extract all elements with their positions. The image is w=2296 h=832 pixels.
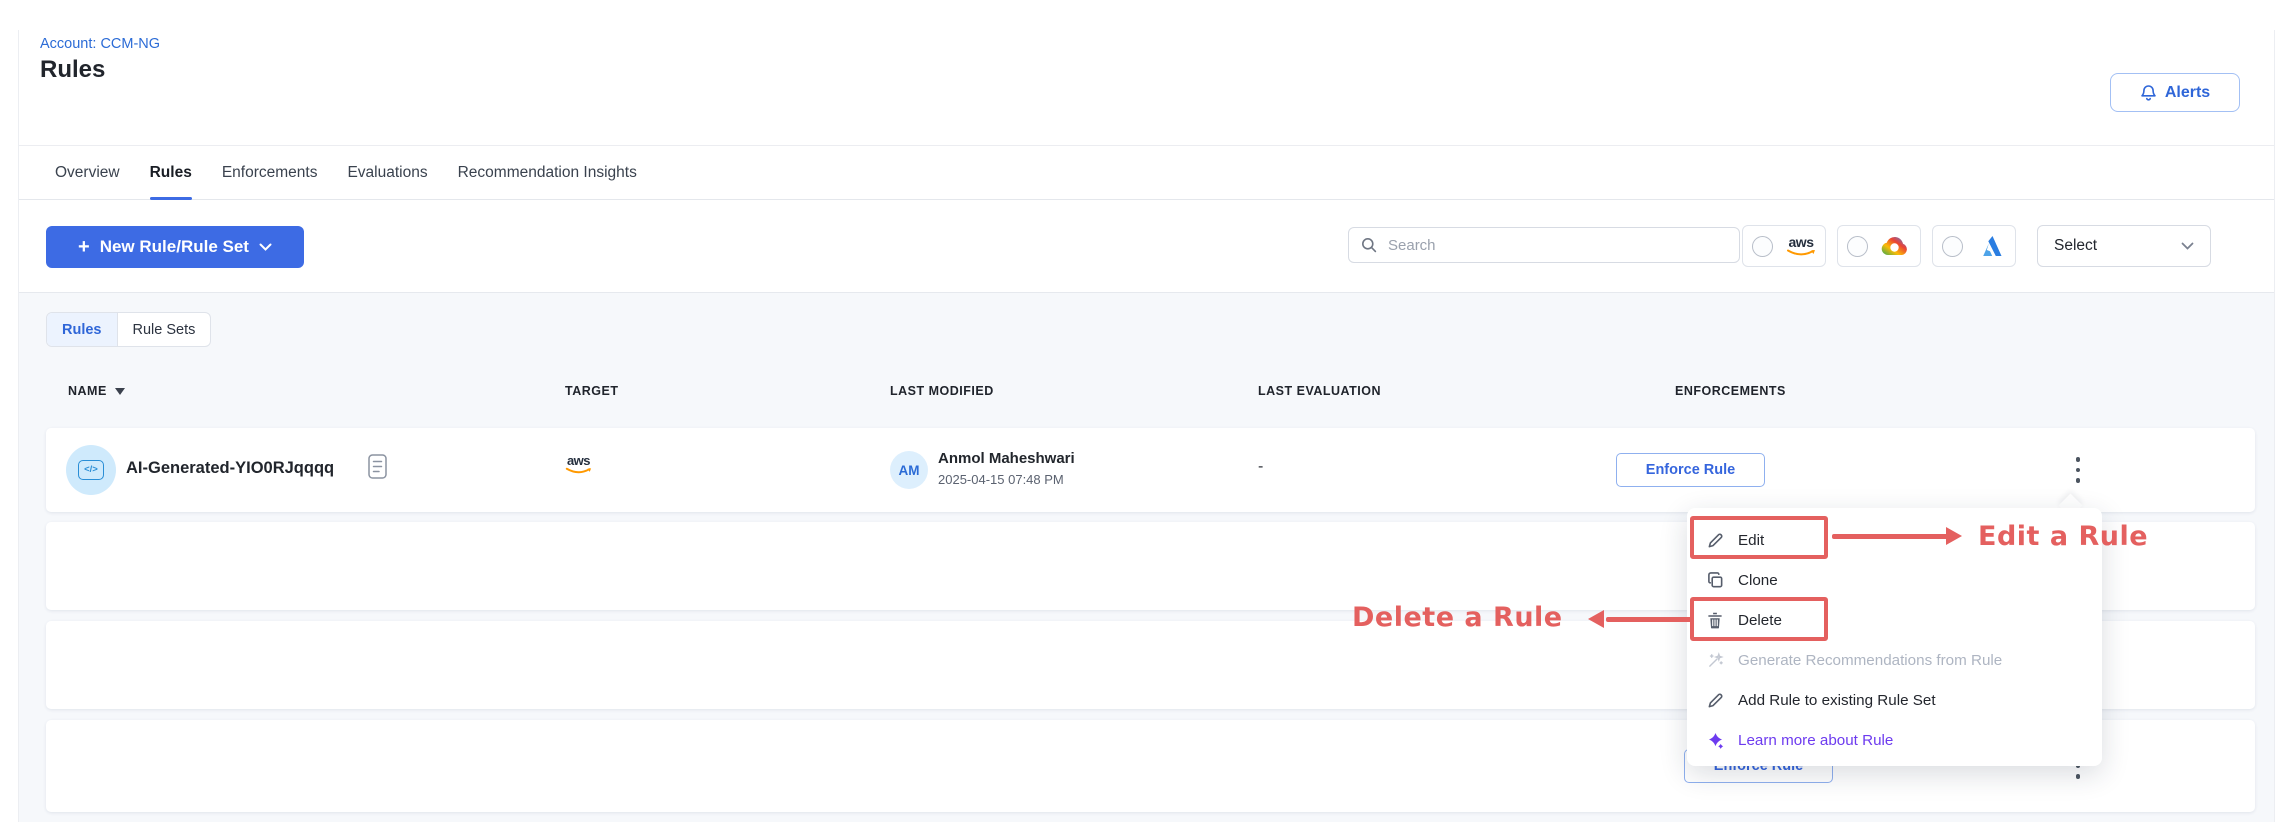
panel-right-border: [2274, 30, 2275, 822]
target-aws-logo: aws: [565, 454, 592, 475]
copy-icon: [1705, 572, 1725, 589]
view-toggle-rules[interactable]: Rules: [47, 313, 118, 346]
breadcrumb[interactable]: Account: CCM-NG: [40, 36, 160, 52]
new-rule-button[interactable]: + New Rule/Rule Set: [46, 226, 304, 268]
column-header-last-modified: LAST MODIFIED: [890, 384, 994, 398]
delete-annotation-label: Delete a Rule: [1352, 602, 1563, 633]
last-evaluation-value: -: [1258, 458, 1263, 476]
tab-enforcements-label: Enforcements: [222, 164, 318, 182]
tab-recommendation-insights-label: Recommendation Insights: [458, 164, 637, 182]
menu-item-add-to-rule-set[interactable]: Add Rule to existing Rule Set: [1687, 680, 2102, 720]
target-aws-logo-text: aws: [567, 454, 590, 467]
column-header-last-evaluation: LAST EVALUATION: [1258, 384, 1381, 398]
code-rule-icon: </>: [78, 460, 104, 480]
tab-evaluations[interactable]: Evaluations: [347, 146, 427, 199]
azure-radio[interactable]: [1942, 236, 1963, 257]
tab-recommendation-insights[interactable]: Recommendation Insights: [458, 146, 637, 199]
modified-by-name: Anmol Maheshwari: [938, 450, 1075, 467]
rules-page: Account: CCM-NG Rules Alerts Overview Ru…: [0, 0, 2296, 832]
select-label: Select: [2054, 237, 2097, 255]
table-row-rule[interactable]: </> AI-Generated-YIO0RJqqqq aws AM Anmol…: [46, 428, 2255, 512]
column-header-name-label: NAME: [68, 384, 107, 398]
delete-annotation-arrowhead: [1588, 610, 1604, 628]
azure-logo: [1980, 235, 2006, 257]
view-toggle-rules-label: Rules: [62, 322, 102, 338]
aws-logo-text: aws: [1789, 235, 1814, 249]
column-header-enforcements: ENFORCEMENTS: [1675, 384, 1786, 398]
ai-sparkle-icon: [1705, 732, 1725, 749]
tab-overview-label: Overview: [55, 164, 120, 182]
aws-logo: aws: [1786, 235, 1816, 257]
search-input[interactable]: [1386, 236, 1727, 255]
modified-by-avatar: AM: [890, 451, 928, 489]
row-actions-kebab-icon[interactable]: [2058, 449, 2098, 491]
sort-caret-icon: [115, 388, 125, 395]
menu-item-generate-recommendations-label: Generate Recommendations from Rule: [1738, 652, 2002, 669]
menu-item-learn-more[interactable]: Learn more about Rule: [1687, 720, 2102, 760]
column-header-target-label: TARGET: [565, 384, 618, 398]
search-icon: [1361, 237, 1377, 253]
menu-item-add-to-rule-set-label: Add Rule to existing Rule Set: [1738, 692, 1936, 709]
gcp-logo: [1879, 234, 1911, 258]
column-header-target: TARGET: [565, 384, 618, 398]
provider-filter-aws[interactable]: aws: [1742, 225, 1826, 267]
enforcement-select[interactable]: Select: [2037, 225, 2211, 267]
view-toggle-rule-sets-label: Rule Sets: [133, 322, 196, 338]
tab-enforcements[interactable]: Enforcements: [222, 146, 318, 199]
edit-highlight-box: [1690, 516, 1828, 559]
plus-icon: +: [78, 236, 90, 259]
column-header-name[interactable]: NAME: [68, 384, 125, 398]
modified-date: 2025-04-15 07:48 PM: [938, 472, 1064, 487]
edit-annotation-label: Edit a Rule: [1978, 521, 2148, 552]
tab-overview[interactable]: Overview: [55, 146, 120, 199]
aws-radio[interactable]: [1752, 236, 1773, 257]
edit-annotation-arrow: [1832, 534, 1948, 539]
rule-avatar: </>: [66, 445, 116, 495]
magic-wand-icon: [1705, 652, 1725, 669]
view-toggle: Rules Rule Sets: [46, 312, 211, 347]
edit-annotation-arrowhead: [1946, 527, 1962, 545]
rule-name: AI-Generated-YIO0RJqqqq: [126, 459, 334, 478]
provider-filter-azure[interactable]: [1932, 225, 2016, 267]
tab-evaluations-label: Evaluations: [347, 164, 427, 182]
enforce-rule-button[interactable]: Enforce Rule: [1616, 453, 1765, 487]
bell-icon: [2140, 84, 2157, 102]
bottom-strip: [0, 822, 2296, 832]
tab-rules[interactable]: Rules: [150, 146, 192, 199]
column-header-last-modified-label: LAST MODIFIED: [890, 384, 994, 398]
alerts-button[interactable]: Alerts: [2110, 73, 2240, 112]
view-toggle-rule-sets[interactable]: Rule Sets: [118, 313, 211, 346]
column-header-enforcements-label: ENFORCEMENTS: [1675, 384, 1786, 398]
menu-item-clone[interactable]: Clone: [1687, 560, 2102, 600]
delete-annotation-arrow: [1606, 617, 1692, 622]
search-box[interactable]: [1348, 227, 1740, 263]
new-rule-button-label: New Rule/Rule Set: [100, 237, 249, 257]
chevron-down-icon: [259, 243, 272, 251]
provider-filter-gcp[interactable]: [1837, 225, 1921, 267]
tab-bar: Overview Rules Enforcements Evaluations …: [19, 145, 2274, 200]
rule-description-icon[interactable]: [368, 454, 387, 479]
alerts-button-label: Alerts: [2165, 84, 2210, 102]
menu-item-clone-label: Clone: [1738, 572, 1778, 589]
tab-rules-label: Rules: [150, 164, 192, 182]
menu-item-learn-more-label: Learn more about Rule: [1738, 732, 1893, 749]
enforce-rule-button-label: Enforce Rule: [1646, 462, 1735, 478]
column-header-last-evaluation-label: LAST EVALUATION: [1258, 384, 1381, 398]
page-title: Rules: [40, 56, 105, 84]
pencil-icon: [1705, 692, 1725, 709]
chevron-down-icon: [2181, 242, 2194, 250]
delete-highlight-box: [1690, 597, 1828, 641]
gcp-radio[interactable]: [1847, 236, 1868, 257]
menu-item-generate-recommendations: Generate Recommendations from Rule: [1687, 640, 2102, 680]
